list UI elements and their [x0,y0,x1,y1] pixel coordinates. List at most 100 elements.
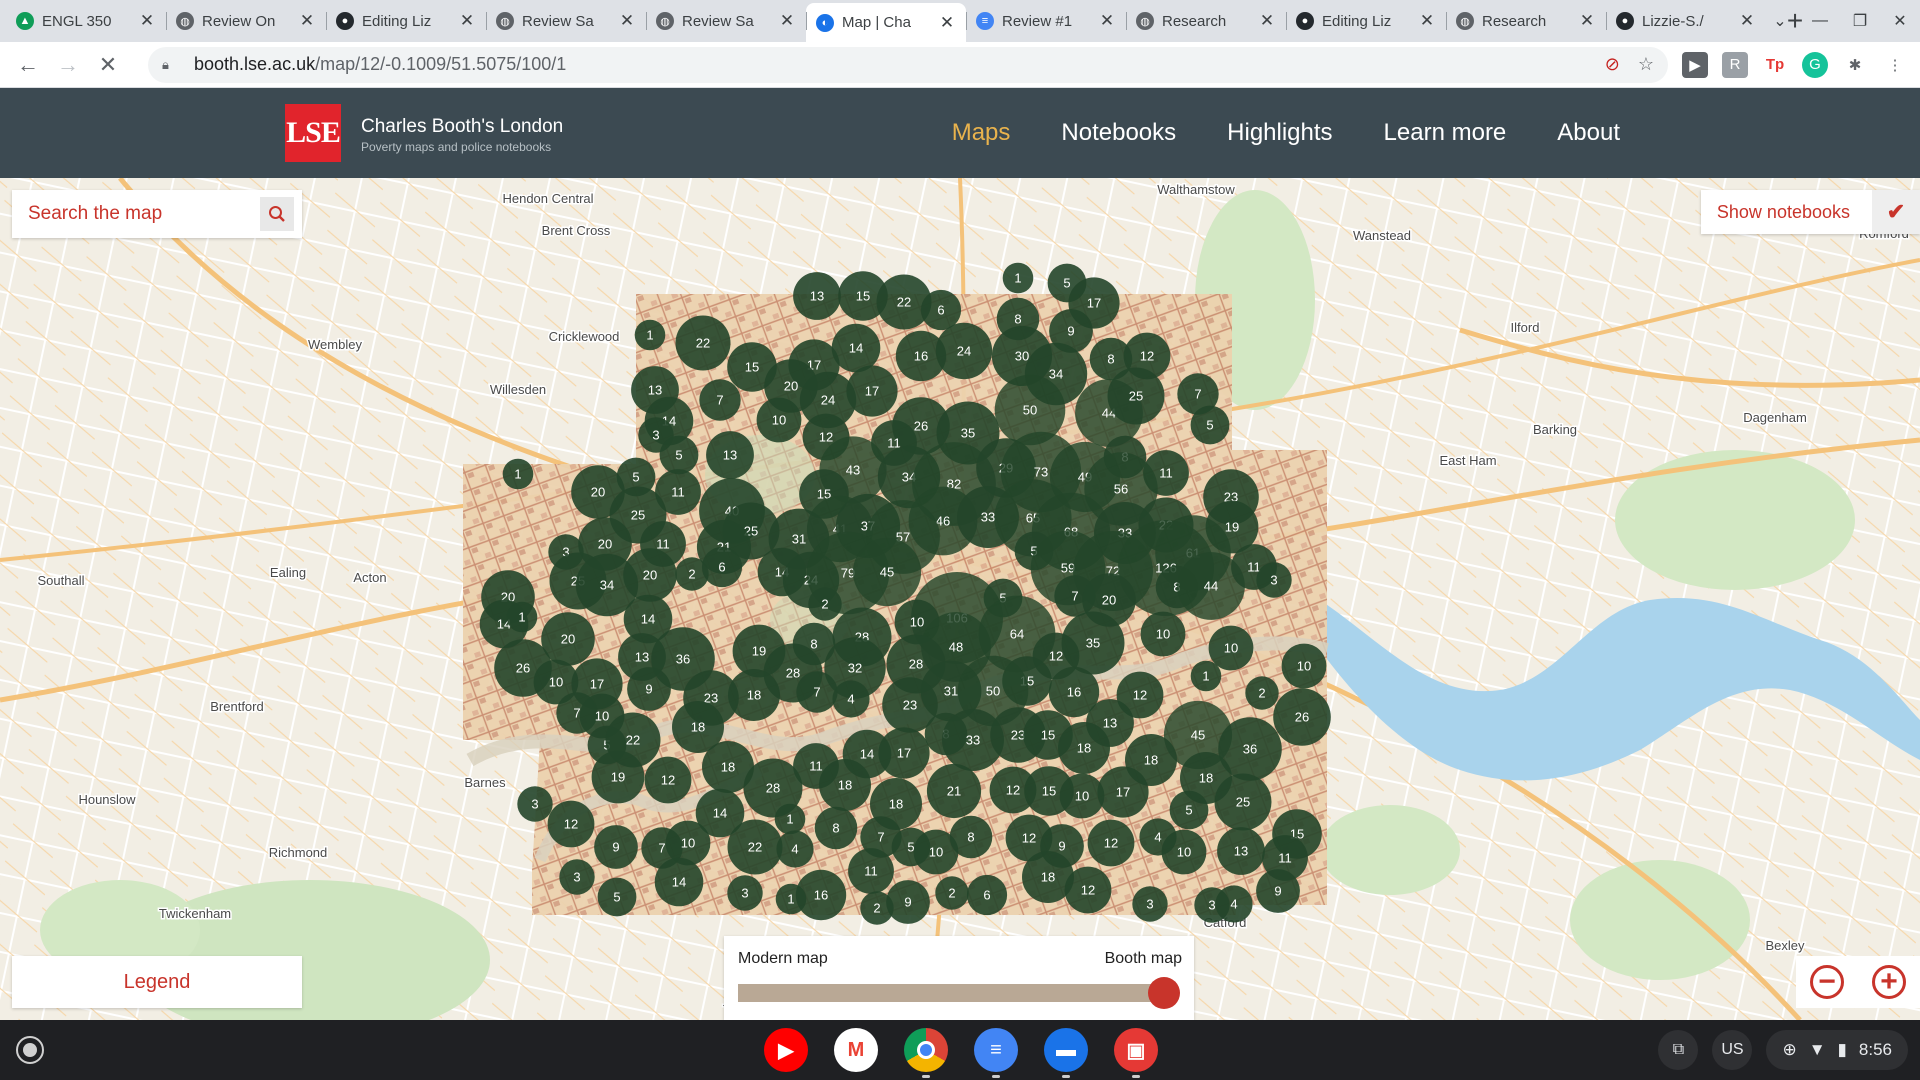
notebook-cluster-marker[interactable]: 14 [654,857,704,907]
notebook-cluster-marker[interactable]: 20 [623,548,677,602]
notebook-cluster-marker[interactable]: 11 [848,848,894,894]
notebook-cluster-marker[interactable]: 3 [1256,562,1292,598]
browser-tab[interactable]: ● Editing Liz ✕ [326,3,486,39]
notebook-cluster-marker[interactable]: 1 [1002,262,1034,294]
notebook-cluster-marker[interactable]: 1 [506,601,538,633]
notebook-cluster-marker[interactable]: 25 [1107,367,1165,425]
back-icon[interactable]: ← [8,45,48,85]
notebook-cluster-marker[interactable]: 5 [659,435,699,475]
browser-tab[interactable]: ≡ Review #1 ✕ [966,3,1126,39]
menu-kebab-icon[interactable]: ⋮ [1882,52,1908,78]
notebook-cluster-marker[interactable]: 26 [1273,688,1331,746]
search-icon[interactable] [260,197,294,231]
launcher-icon[interactable] [16,1036,44,1064]
notebook-cluster-marker[interactable]: 3 [559,859,595,895]
site-title[interactable]: Charles Booth's London [361,116,563,138]
notebook-cluster-marker[interactable]: 18 [819,759,871,811]
browser-tab[interactable]: ◍ Research ✕ [1446,3,1606,39]
nav-notebooks[interactable]: Notebooks [1061,119,1176,147]
notebook-cluster-marker[interactable]: 10 [756,397,802,443]
notebook-cluster-marker[interactable]: 1 [1190,660,1222,692]
close-tab-icon[interactable]: ✕ [298,11,316,31]
browser-tab[interactable]: ◍ Review Sa ✕ [646,3,806,39]
notebook-cluster-marker[interactable]: 12 [1087,819,1135,867]
notebook-cluster-marker[interactable]: 10 [1140,611,1186,657]
notebook-cluster-marker[interactable]: 10 [1281,643,1327,689]
notebook-cluster-marker[interactable]: 24 [935,322,993,380]
notebook-cluster-marker[interactable]: 2 [1245,676,1279,710]
browser-tab[interactable]: ◍ Research ✕ [1126,3,1286,39]
notebook-cluster-marker[interactable]: 2 [935,876,969,910]
notebook-cluster-marker[interactable]: 10 [1161,829,1207,875]
notebook-cluster-marker[interactable]: 10 [1059,773,1105,819]
map-search-input[interactable] [28,203,248,225]
slider-track[interactable] [738,984,1168,1002]
zoom-in-button[interactable]: + [1858,956,1920,1008]
browser-tab[interactable]: ● Editing Liz ✕ [1286,3,1446,39]
lse-logo[interactable]: LSE [285,104,341,162]
browser-tab[interactable]: ● Lizzie-S./ ✕ [1606,3,1766,39]
checkmark-icon[interactable]: ✔ [1872,190,1920,234]
notebook-cluster-marker[interactable]: 17 [878,727,930,779]
close-tab-icon[interactable]: ✕ [138,11,156,31]
blocked-icon[interactable]: ⊘ [1605,54,1620,75]
show-notebooks-toggle[interactable]: Show notebooks ✔ [1700,190,1920,234]
slider-thumb[interactable] [1148,977,1180,1009]
notebook-cluster-marker[interactable]: 3 [517,786,553,822]
map-canvas[interactable]: Hendon Central Brent Cross Walthamstow Wans… [0,178,1920,1020]
notebook-cluster-marker[interactable]: 16 [795,869,847,921]
notebook-cluster-marker[interactable]: 25 [1214,773,1272,831]
close-tab-icon[interactable]: ✕ [1098,11,1116,31]
notebook-cluster-marker[interactable]: 8 [949,815,993,859]
status-area[interactable]: ⊕ ▼ ▮ 8:56 [1766,1030,1908,1070]
close-tab-icon[interactable]: ✕ [1738,11,1756,31]
legend-button[interactable]: Legend [12,956,302,1008]
notebook-cluster-marker[interactable]: 9 [594,825,638,869]
close-tab-icon[interactable]: ✕ [618,11,636,31]
close-window-icon[interactable]: ✕ [1880,11,1920,31]
notebook-cluster-marker[interactable]: 5 [1169,790,1209,830]
notebook-cluster-marker[interactable]: 12 [1064,866,1112,914]
notebook-cluster-marker[interactable]: 13 [793,272,841,320]
close-tab-icon[interactable]: ✕ [938,13,956,33]
extension-grammarly-icon[interactable]: G [1802,51,1828,78]
address-bar[interactable]: 🔒︎ booth.lse.ac.uk/map/12/-0.1009/51.507… [148,46,1668,83]
extension-tp-icon[interactable]: Tp [1762,52,1788,78]
lock-icon[interactable]: 🔒︎ [162,57,178,73]
notebook-cluster-marker[interactable]: 4 [832,680,870,718]
tab-search-icon[interactable]: ⌄ [1760,11,1800,31]
minimize-icon[interactable]: — [1800,12,1840,30]
notebook-cluster-marker[interactable]: 7 [699,379,741,421]
clipboard-icon[interactable]: ⧉ [1658,1030,1699,1070]
notebook-cluster-marker[interactable]: 2 [675,557,709,591]
forward-icon[interactable]: → [48,45,88,85]
gallery-app-icon[interactable]: ▣ [1114,1028,1158,1078]
notebook-cluster-marker[interactable]: 10 [1208,625,1254,671]
notebook-cluster-marker[interactable]: 21 [926,763,982,819]
notebook-cluster-marker[interactable]: 3 [1132,886,1168,922]
notebook-cluster-marker[interactable]: 22 [675,315,731,371]
nav-highlights[interactable]: Highlights [1227,119,1332,147]
notebook-cluster-marker[interactable]: 5 [597,877,637,917]
notebook-cluster-marker[interactable]: 1 [774,803,806,835]
notebook-cluster-marker[interactable]: 17 [1097,766,1149,818]
extension-reader-icon[interactable]: R [1722,51,1748,78]
nav-about[interactable]: About [1557,119,1620,147]
notebook-cluster-marker[interactable]: 12 [547,800,595,848]
notebook-cluster-marker[interactable]: 6 [920,289,962,331]
notebook-cluster-marker[interactable]: 8 [814,806,858,850]
notebook-cluster-marker[interactable]: 6 [966,874,1008,916]
restore-icon[interactable]: ❐ [1840,11,1880,31]
notebook-cluster-marker[interactable]: 9 [886,880,930,924]
notebook-cluster-marker[interactable]: 4 [1215,885,1253,923]
ime-indicator[interactable]: US [1712,1030,1753,1070]
notebook-cluster-marker[interactable]: 17 [846,365,898,417]
browser-tab[interactable]: ◍ Review On ✕ [166,3,326,39]
stop-loading-icon[interactable]: ✕ [88,45,128,85]
extension-cast-icon[interactable]: ▶ [1682,51,1708,78]
gmail-app-icon[interactable]: M [834,1028,878,1072]
docs-app-icon[interactable]: ≡ [974,1028,1018,1078]
extensions-puzzle-icon[interactable]: ✱ [1842,52,1868,78]
notebook-cluster-marker[interactable]: 6 [701,546,743,588]
bookmark-star-icon[interactable]: ☆ [1638,54,1654,75]
